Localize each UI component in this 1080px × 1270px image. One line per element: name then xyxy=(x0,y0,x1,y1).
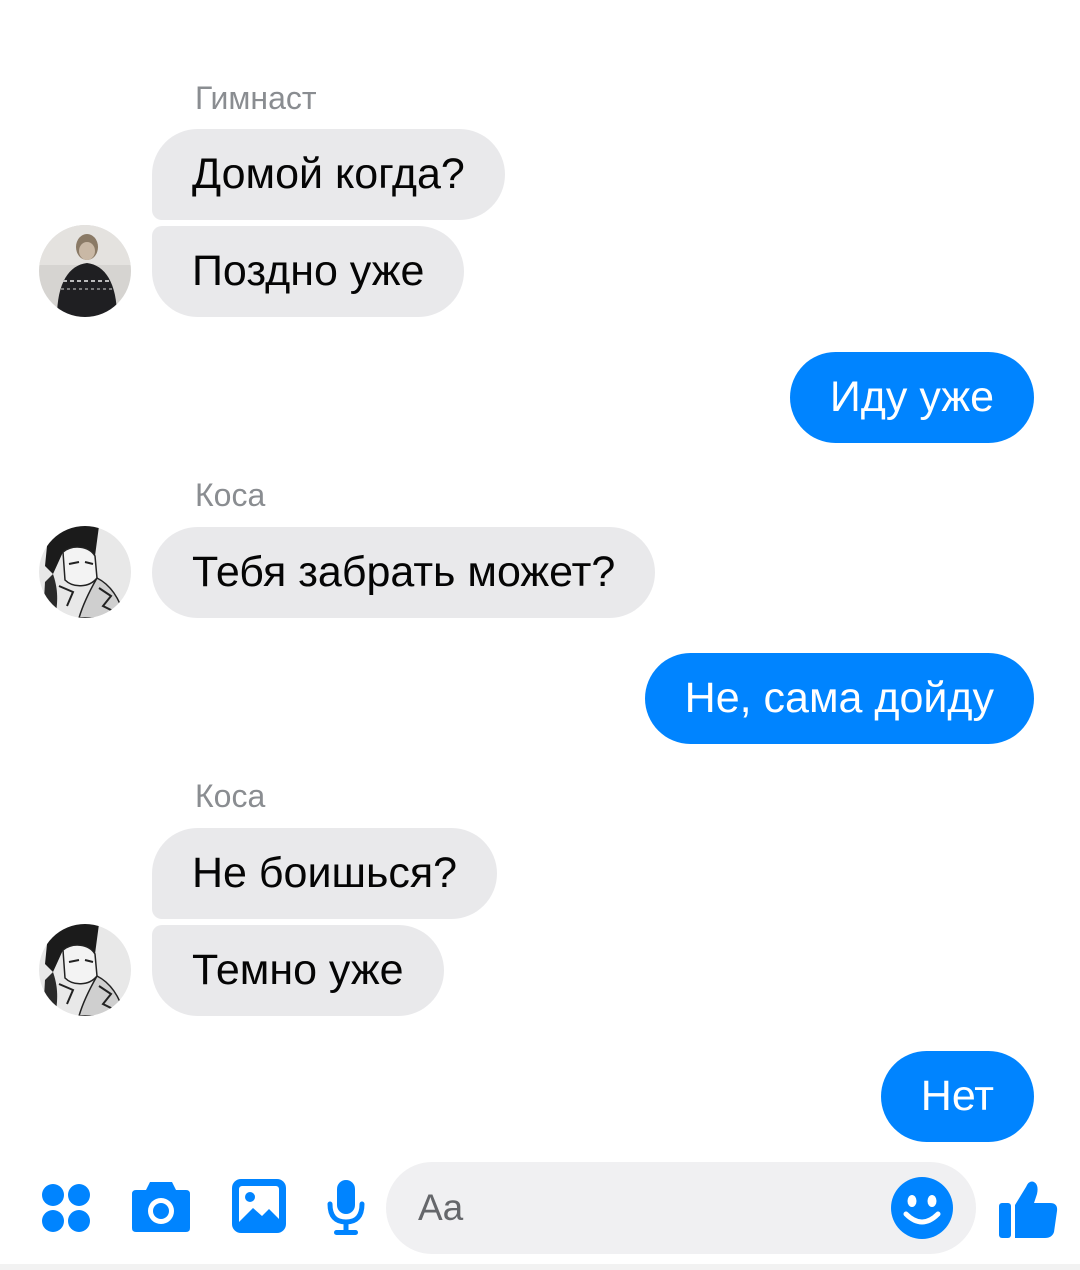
message-bubble-incoming[interactable]: Поздно уже xyxy=(152,226,465,317)
gallery-icon[interactable] xyxy=(231,1178,287,1234)
bottom-divider xyxy=(0,1264,1080,1270)
avatar-kosa[interactable] xyxy=(39,924,131,1016)
message-bubble-outgoing[interactable]: Иду уже xyxy=(789,352,1034,443)
message-bubble-incoming[interactable]: Темно уже xyxy=(152,925,444,1016)
message-bubble-outgoing[interactable]: Нет xyxy=(880,1051,1034,1142)
message-bubble-incoming[interactable]: Тебя забрать может? xyxy=(152,527,656,618)
message-input[interactable]: Aa xyxy=(386,1162,976,1254)
message-input-placeholder: Aa xyxy=(418,1187,464,1228)
message-bubble-incoming[interactable]: Домой когда? xyxy=(152,129,505,220)
camera-icon[interactable] xyxy=(130,1178,192,1234)
sender-name: Гимнаст xyxy=(195,80,317,116)
avatar-gymnast[interactable] xyxy=(39,225,131,317)
sender-name: Коса xyxy=(195,477,266,513)
avatar-kosa[interactable] xyxy=(39,526,131,618)
message-bubble-incoming[interactable]: Не боишься? xyxy=(152,828,498,919)
emoji-icon[interactable] xyxy=(890,1176,954,1240)
microphone-icon[interactable] xyxy=(326,1178,366,1238)
message-composer: Aa xyxy=(0,1150,1080,1270)
thumbs-up-icon[interactable] xyxy=(996,1176,1060,1240)
message-bubble-outgoing[interactable]: Не, сама дойду xyxy=(644,653,1034,744)
sender-name: Коса xyxy=(195,778,266,814)
more-apps-icon[interactable] xyxy=(40,1182,92,1234)
